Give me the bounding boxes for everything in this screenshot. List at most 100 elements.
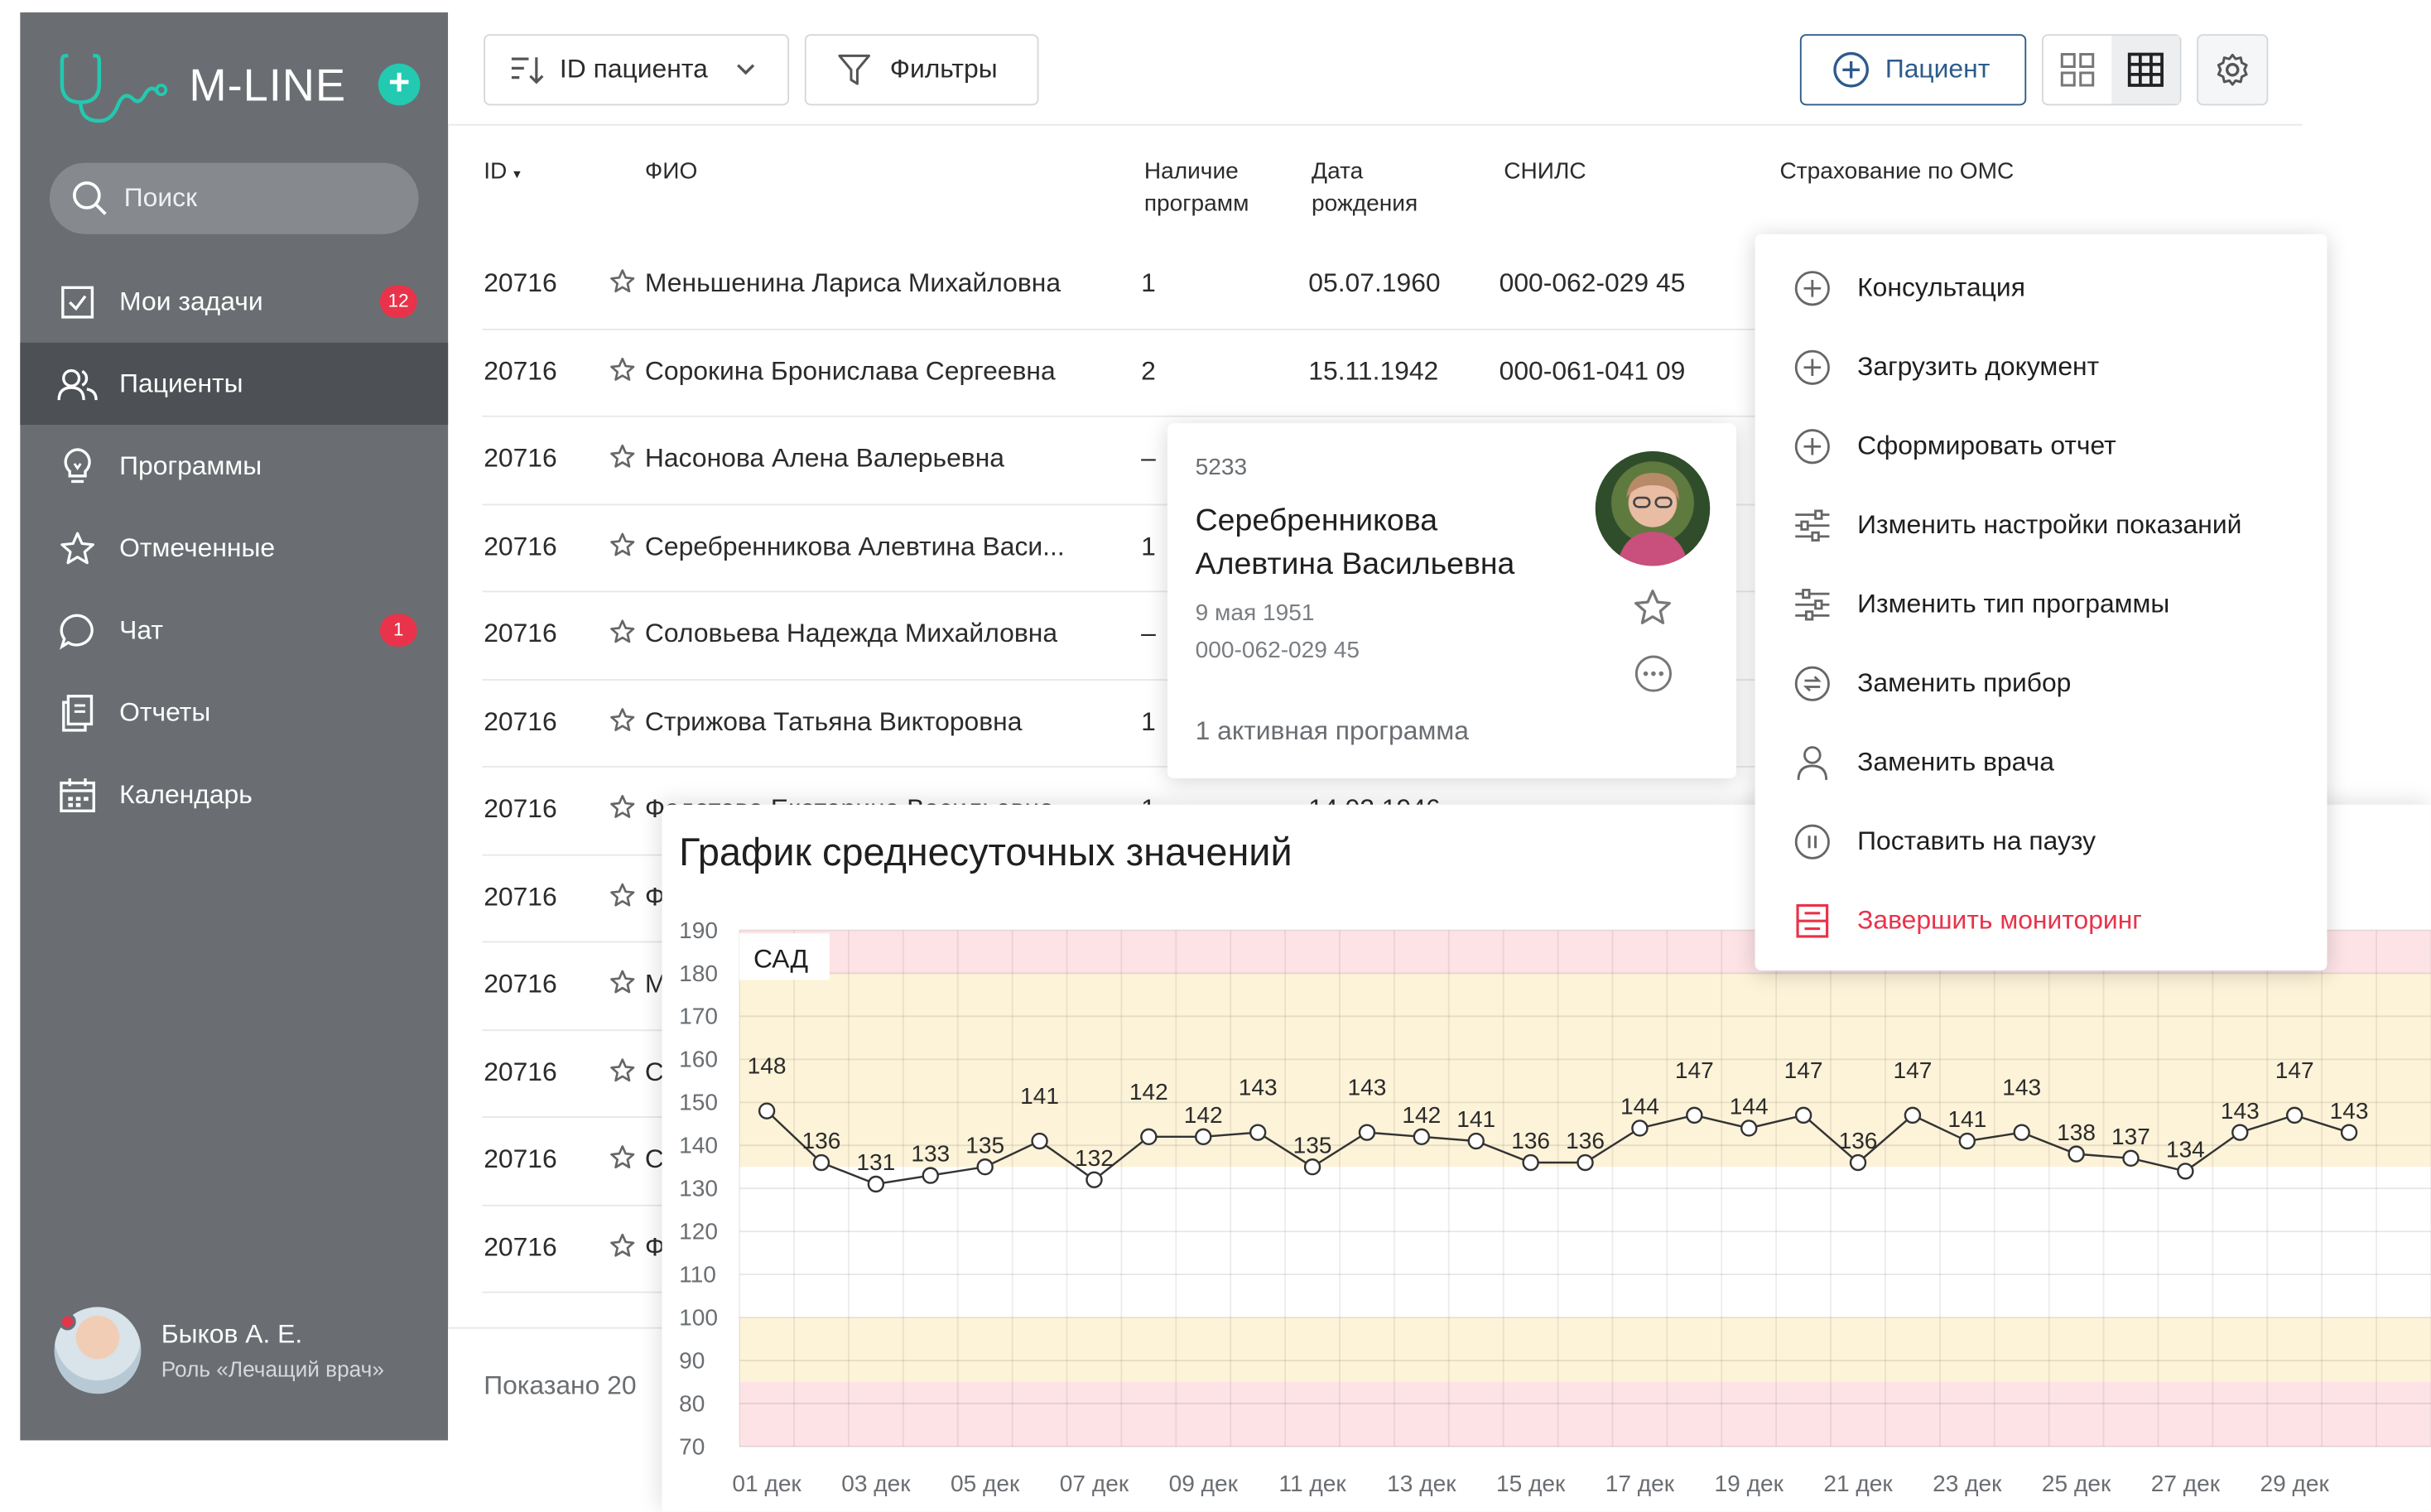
app-logo[interactable]: M-LINE [59, 50, 346, 124]
table-header: ID ▾ ФИО Наличие программ Дата рождения СН… [448, 126, 2302, 243]
sidebar-item-chat[interactable]: Чат 1 [20, 590, 448, 672]
star-icon[interactable] [609, 969, 636, 995]
filters-label: Фильтры [889, 54, 998, 84]
star-icon[interactable] [609, 1144, 636, 1171]
row-programs: 2 [1141, 355, 1156, 386]
star-icon[interactable] [609, 268, 636, 295]
star-icon[interactable] [609, 1057, 636, 1083]
data-point [1249, 1124, 1267, 1141]
patient-card[interactable]: 5233 Серебренникова Алевтина Васильевна … [1167, 423, 1737, 778]
sidebar-item-tasks[interactable]: Мои задачи 12 [20, 261, 448, 343]
row-name: С [609, 1144, 664, 1175]
column-fio[interactable]: ФИО [645, 155, 697, 187]
current-user[interactable]: Быков А. Е. Роль «Лечащий врач» [54, 1307, 384, 1394]
menu-item-generate-report[interactable]: Сформировать отчет [1755, 407, 2328, 485]
x-tick-label: 11 дек [1278, 1471, 1346, 1496]
threshold-band [739, 1317, 2431, 1383]
row-snils: 000-062-029 45 [1499, 267, 1686, 298]
row-name: М [609, 969, 667, 999]
grid-view-button[interactable] [2043, 36, 2111, 104]
table-view-icon [2127, 52, 2164, 87]
star-icon[interactable] [609, 706, 636, 733]
data-label: 144 [1620, 1094, 1659, 1120]
settings-button[interactable] [2197, 34, 2269, 106]
quick-add-button[interactable]: + [378, 63, 421, 106]
menu-item-label: Заменить прибор [1857, 667, 2072, 697]
row-snils: 000-061-041 09 [1499, 355, 1686, 386]
y-tick-label: 190 [679, 917, 718, 943]
menu-item-pause[interactable]: Поставить на паузу [1755, 802, 2328, 880]
more-options-icon[interactable] [1634, 654, 1673, 693]
chat-count-badge: 1 [379, 614, 417, 647]
column-snils[interactable]: СНИЛС [1504, 155, 1586, 187]
column-programs[interactable]: Наличие программ [1144, 155, 1249, 220]
sidebar-item-programs[interactable]: Программы [20, 425, 448, 507]
menu-item-replace-device[interactable]: Заменить прибор [1755, 643, 2328, 722]
row-name: Меньшенина Лариса Михайловна [609, 268, 1061, 299]
menu-item-reading-settings[interactable]: Изменить настройки показаний [1755, 485, 2328, 564]
sort-dropdown[interactable]: ID пациента [484, 34, 790, 106]
data-label: 141 [1947, 1106, 1986, 1132]
search-input[interactable]: Поиск [49, 162, 419, 234]
sidebar-item-reports[interactable]: Отчеты [20, 672, 448, 754]
row-name: Насонова Алена Валерьевна [609, 444, 1004, 474]
row-id: 20716 [484, 705, 557, 736]
star-icon[interactable] [609, 356, 636, 383]
sidebar-item-label: Отмеченные [119, 532, 276, 562]
add-patient-button[interactable]: Пациент [1799, 34, 2027, 106]
search-placeholder: Поиск [123, 182, 197, 213]
data-label: 147 [2275, 1057, 2314, 1083]
search-icon [73, 181, 107, 215]
data-label: 141 [1456, 1106, 1495, 1132]
calendar-icon [57, 774, 98, 815]
row-name: С [609, 1057, 664, 1087]
column-id[interactable]: ID ▾ [484, 155, 520, 190]
row-id: 20716 [484, 969, 557, 999]
sort-icon [511, 57, 544, 84]
sidebar-item-patients[interactable]: Пациенты [20, 342, 449, 426]
row-name: Соловьева Надежда Михайловна [609, 619, 1057, 649]
row-id: 20716 [484, 881, 557, 912]
data-point [976, 1158, 994, 1176]
menu-item-consultation[interactable]: Консультация [1755, 248, 2328, 327]
data-label: 137 [2111, 1124, 2150, 1149]
star-icon [57, 528, 98, 569]
data-label: 142 [1184, 1102, 1223, 1128]
row-name: Сорокина Бронислава Сергеевна [609, 356, 1056, 387]
data-point [1140, 1128, 1158, 1146]
plus-circle-icon [1792, 267, 1832, 308]
star-icon[interactable] [609, 1232, 636, 1259]
column-dob[interactable]: Дата рождения [1312, 155, 1418, 220]
series-label: САД [753, 943, 808, 973]
row-id: 20716 [484, 1231, 557, 1262]
patient-card-snils: 000-062-029 45 [1195, 637, 1360, 664]
star-icon[interactable] [609, 881, 636, 908]
menu-item-upload-document[interactable]: Загрузить документ [1755, 327, 2328, 406]
data-label: 147 [1893, 1057, 1932, 1083]
row-id: 20716 [484, 355, 557, 386]
row-id: 20716 [484, 793, 557, 824]
menu-item-finish-monitoring[interactable]: Завершить мониторинг [1755, 881, 2328, 960]
table-view-button[interactable] [2111, 36, 2180, 104]
menu-item-program-type[interactable]: Изменить тип программы [1755, 565, 2328, 643]
sidebar-item-calendar[interactable]: Календарь [20, 754, 448, 835]
data-point [2122, 1149, 2140, 1168]
filters-button[interactable]: Фильтры [804, 34, 1039, 106]
row-id: 20716 [484, 443, 557, 474]
y-tick-label: 160 [679, 1047, 718, 1072]
row-programs: – [1141, 443, 1156, 474]
menu-item-label: Изменить тип программы [1857, 588, 2170, 619]
favorite-star-icon[interactable] [1633, 588, 1673, 628]
gear-icon [2217, 53, 2248, 86]
star-icon[interactable] [609, 619, 636, 645]
star-icon[interactable] [609, 794, 636, 821]
menu-item-replace-doctor[interactable]: Заменить врача [1755, 723, 2328, 802]
data-label: 135 [1293, 1132, 1332, 1158]
person-icon [1792, 742, 1832, 782]
data-label: 133 [911, 1141, 950, 1167]
sidebar-item-starred[interactable]: Отмеченные [20, 507, 448, 589]
row-programs: 1 [1141, 705, 1156, 736]
star-icon[interactable] [609, 444, 636, 470]
column-oms[interactable]: Страхование по ОМС [1780, 155, 2015, 187]
star-icon[interactable] [609, 531, 636, 557]
